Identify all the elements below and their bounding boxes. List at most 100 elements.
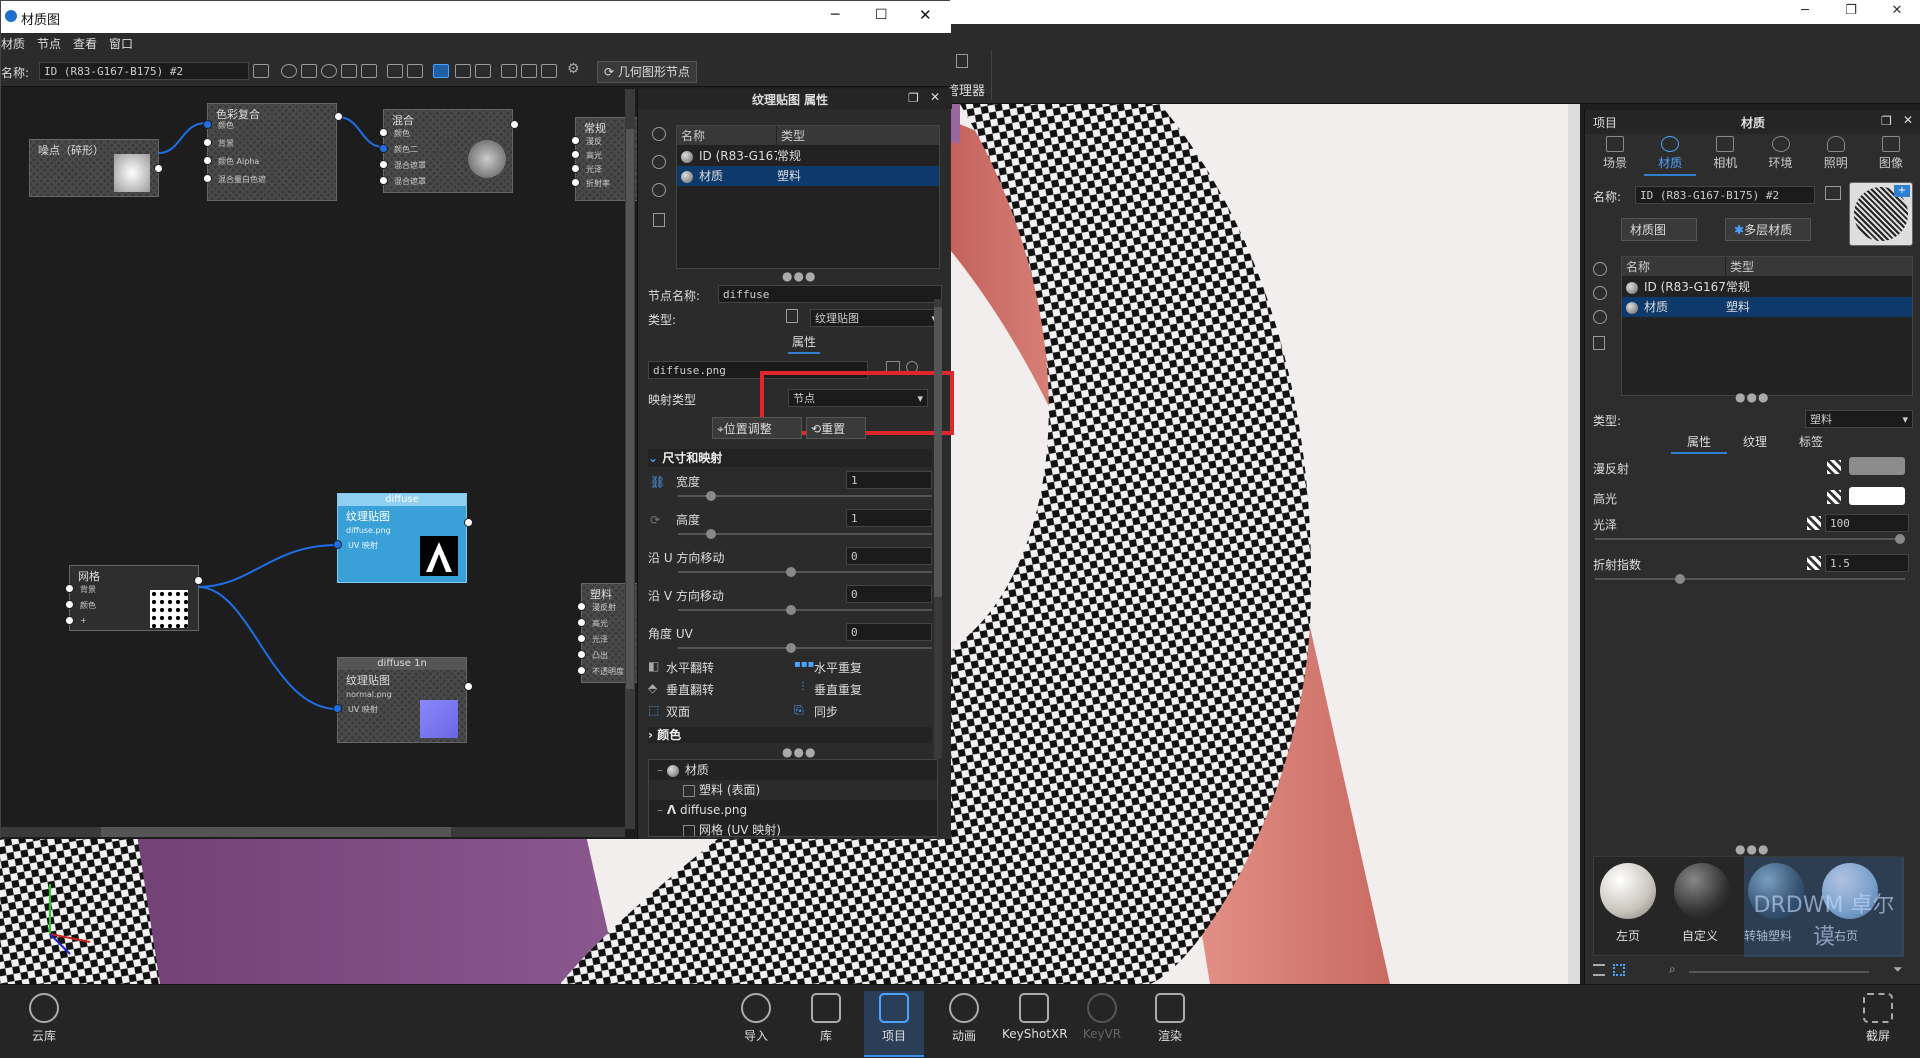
slider-knob[interactable] <box>786 567 796 577</box>
node-type-select[interactable]: 纹理贴图▾ <box>810 309 942 327</box>
menu-material[interactable]: 材质 <box>1 37 25 51</box>
flip-horizontal-icon[interactable]: ◧ <box>648 659 659 673</box>
slider-knob[interactable] <box>786 643 796 653</box>
repeat-vertical-icon[interactable]: ⋮ <box>798 681 808 692</box>
tree-item[interactable]: – 材质 <box>649 760 937 780</box>
u-shift-slider[interactable] <box>678 567 932 577</box>
minimap-icon[interactable] <box>541 64 557 78</box>
link-icon[interactable]: ⛓ <box>650 475 665 489</box>
normal-texture-node[interactable]: diffuse 1n 纹理贴图 normal.png UV 映射 <box>333 657 473 743</box>
add-icon[interactable]: + <box>1894 185 1910 197</box>
multilayer-material-button[interactable]: ✱多层材质 <box>1725 218 1811 241</box>
output-port[interactable] <box>334 112 343 121</box>
slider-knob[interactable] <box>706 491 716 501</box>
grid-view-icon[interactable] <box>1613 964 1625 976</box>
tab-scene[interactable]: 场景 <box>1589 136 1641 176</box>
trash-icon[interactable] <box>1593 336 1605 350</box>
import-button[interactable]: 导入 <box>726 991 786 1044</box>
input-port[interactable] <box>571 164 580 173</box>
material-thumb[interactable] <box>1600 863 1656 919</box>
props-scrollbar[interactable] <box>934 299 942 759</box>
width-field[interactable]: 1 <box>846 471 932 489</box>
slider-knob[interactable] <box>786 605 796 615</box>
input-port[interactable] <box>333 704 342 713</box>
geometry-node-button[interactable]: ⟳ 几何图形节点 <box>597 61 697 83</box>
tab-material[interactable]: 材质 <box>1644 136 1697 176</box>
texture-slot-icon[interactable] <box>1827 490 1841 504</box>
blend-node[interactable]: 混合 颜色 颜色二 混合遮罩 混合遮罩 <box>379 109 519 193</box>
tree-icon[interactable]: ⚙ <box>567 61 583 77</box>
delete-icon[interactable] <box>407 64 423 78</box>
diffuse-texture-node[interactable]: diffuse 纹理贴图 diffuse.png UV 映射 <box>333 493 473 583</box>
uv-angle-field[interactable]: 0 <box>846 623 932 641</box>
maximize-icon[interactable]: ☐ <box>875 7 888 23</box>
input-port[interactable] <box>379 128 388 137</box>
resize-handle[interactable]: ●●● <box>782 745 816 759</box>
input-port[interactable] <box>203 138 212 147</box>
gloss-field[interactable]: 100 <box>1825 514 1909 532</box>
input-port[interactable] <box>65 600 74 609</box>
sliders-icon[interactable] <box>341 64 357 78</box>
height-field[interactable]: 1 <box>846 509 932 527</box>
input-port[interactable] <box>577 634 586 643</box>
link-icon[interactable] <box>652 155 666 169</box>
color-section[interactable]: › 颜色 <box>648 727 932 743</box>
align-icon[interactable] <box>501 64 517 78</box>
input-port[interactable] <box>571 136 580 145</box>
unlink-icon[interactable] <box>652 183 666 197</box>
close-icon[interactable]: ✕ <box>1903 113 1913 127</box>
slider-knob[interactable] <box>1895 534 1905 544</box>
tab-image[interactable]: 图像 <box>1865 136 1917 176</box>
menu-window[interactable]: 窗口 <box>109 37 133 51</box>
tree-item[interactable]: – Λ diffuse.png <box>649 800 937 820</box>
sync-icon[interactable]: ⟳ <box>650 513 660 527</box>
resize-handle[interactable]: ●●● <box>782 269 816 283</box>
project-button[interactable]: 项目 <box>864 991 924 1057</box>
list-item[interactable]: ID (R83-G167 常规 <box>677 146 939 166</box>
horizontal-scrollbar[interactable] <box>1 827 625 837</box>
output-port[interactable] <box>464 682 473 691</box>
tree-item[interactable]: 网格 (UV 映射) <box>649 820 937 836</box>
repeat-vertical-checkbox[interactable]: 垂直重复 <box>814 681 862 698</box>
color-composite-node[interactable]: 色彩复合 颜色 背景 颜色 Alpha 混合量白色遮 <box>203 103 343 201</box>
animation-button[interactable]: 动画 <box>934 991 994 1044</box>
keyshotxr-button[interactable]: KeyShotXR <box>1002 991 1068 1041</box>
output-port[interactable] <box>154 164 163 173</box>
input-port[interactable] <box>203 174 212 183</box>
manager-button[interactable]: 管理器 <box>946 50 992 100</box>
material-preview[interactable]: + <box>1849 182 1913 246</box>
noise-node[interactable]: 噪点（碎形） <box>29 139 163 197</box>
restore-icon[interactable]: ❐ <box>1828 0 1874 22</box>
input-port[interactable] <box>577 666 586 675</box>
tab-lighting[interactable]: 照明 <box>1810 136 1862 176</box>
specular-color-swatch[interactable] <box>1849 487 1905 505</box>
input-port[interactable] <box>577 618 586 627</box>
width-slider[interactable] <box>678 491 932 501</box>
close-icon[interactable]: ✕ <box>1874 0 1920 22</box>
save-icon[interactable] <box>1825 186 1841 200</box>
repeat-horizontal-checkbox[interactable]: 水平重复 <box>814 659 862 676</box>
material-name-field[interactable]: ID (R83-G167-B175) #2 <box>39 62 249 80</box>
input-port[interactable] <box>571 178 580 187</box>
mesh-node[interactable]: 网格 背景 颜色 + <box>65 565 203 631</box>
trash-icon[interactable] <box>653 213 665 227</box>
gloss-slider[interactable] <box>1595 534 1905 544</box>
flip-vertical-icon[interactable]: ⬘ <box>648 681 657 695</box>
slider-knob[interactable] <box>706 529 716 539</box>
menu-node[interactable]: 节点 <box>37 37 61 51</box>
node-name-field[interactable]: diffuse <box>718 285 942 303</box>
double-sided-checkbox[interactable]: 双面 <box>666 703 690 720</box>
output-port[interactable] <box>510 120 519 129</box>
output-port[interactable] <box>194 576 203 585</box>
list-item[interactable]: ID (R83-G167 常规 <box>1622 277 1912 297</box>
v-shift-slider[interactable] <box>678 605 932 615</box>
texture-slot-icon[interactable] <box>1807 516 1821 530</box>
close-icon[interactable]: ✕ <box>930 90 940 104</box>
subtab-labels[interactable]: 标签 <box>1783 432 1839 454</box>
tree-item[interactable]: 塑料 (表面) <box>649 780 937 800</box>
flip-horizontal-checkbox[interactable]: 水平翻转 <box>666 659 714 676</box>
cloud-library-button[interactable]: 云库 <box>14 991 74 1044</box>
input-port[interactable] <box>577 650 586 659</box>
list-item-selected[interactable]: 材质 塑料 <box>1622 297 1912 317</box>
render-button[interactable]: 渲染 <box>1140 991 1200 1044</box>
